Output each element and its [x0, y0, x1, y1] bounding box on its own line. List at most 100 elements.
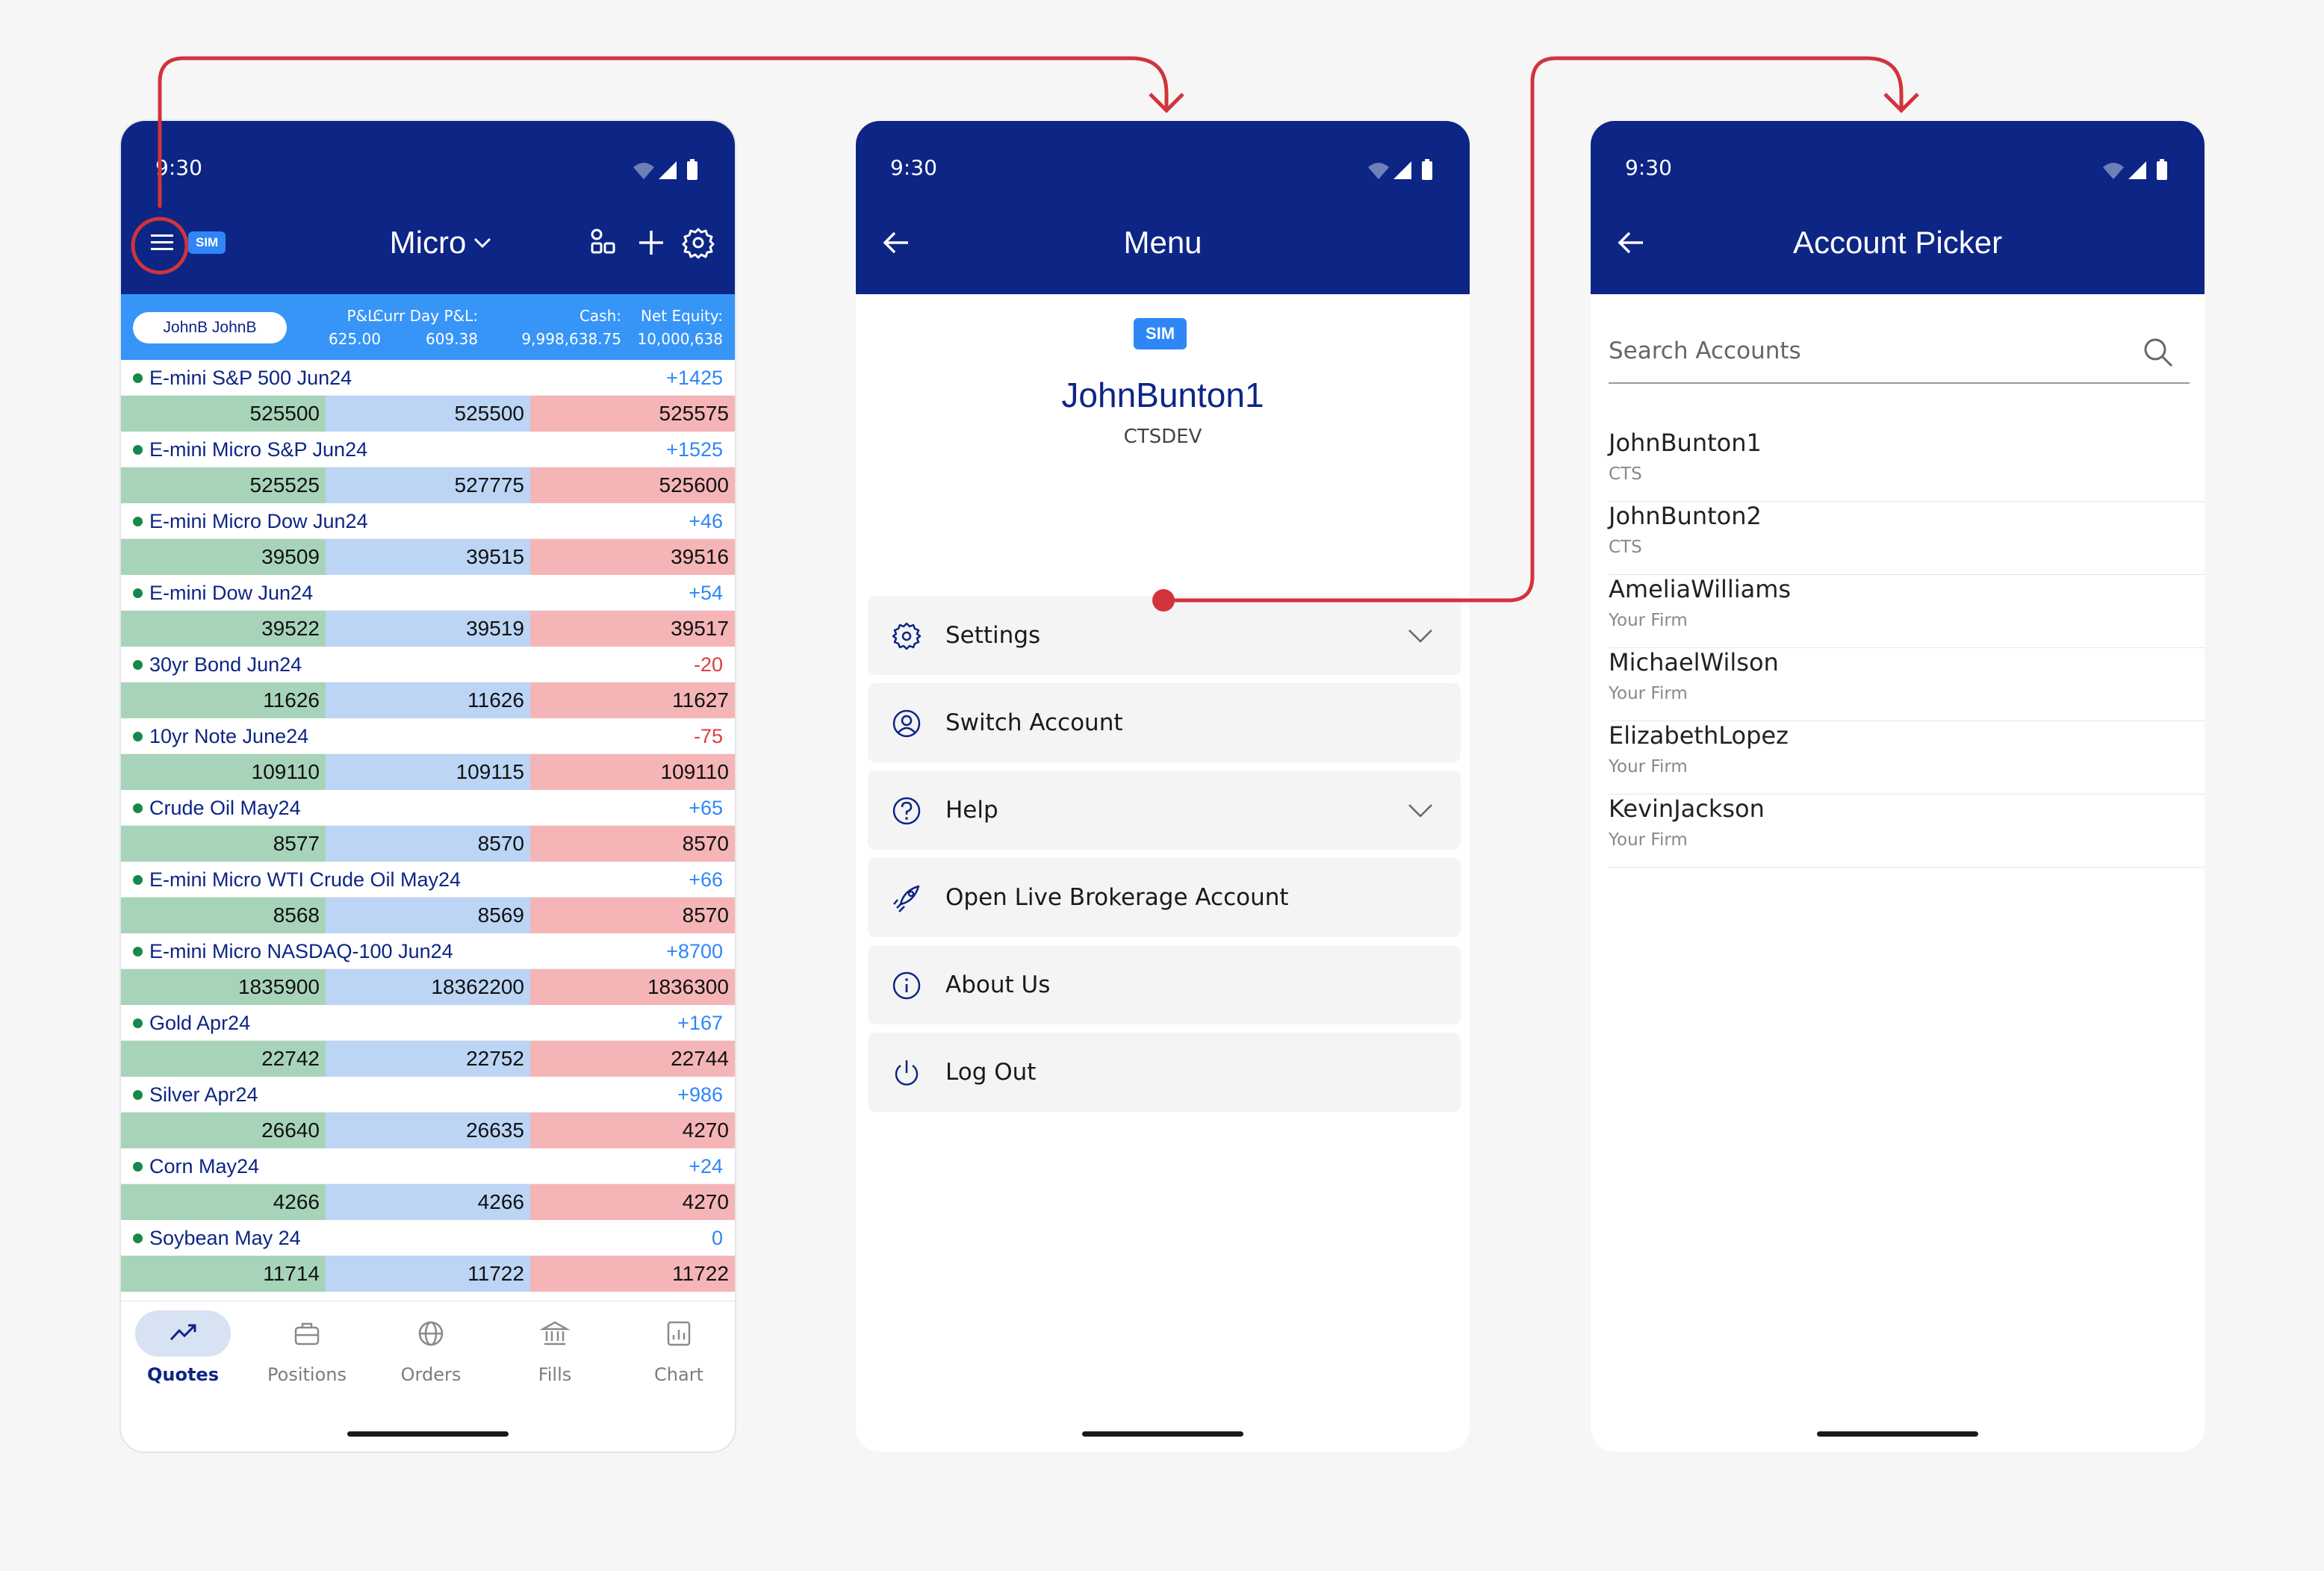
menu-item-about-us[interactable]: About Us [868, 945, 1461, 1024]
bid-price[interactable]: 39522 [121, 611, 326, 647]
last-price[interactable]: 26635 [325, 1113, 530, 1148]
gear-icon[interactable] [680, 224, 717, 261]
ask-price[interactable]: 4270 [529, 1113, 735, 1148]
search-icon[interactable] [2142, 336, 2175, 369]
last-price[interactable]: 4266 [325, 1184, 530, 1220]
quote-row[interactable]: E-mini S&P 500 Jun24 +1425 [121, 360, 735, 396]
account-firm: Your Firm [1609, 757, 1688, 777]
last-price[interactable]: 8570 [325, 826, 530, 862]
ask-price[interactable]: 11627 [529, 682, 735, 718]
account-list-item[interactable]: AmeliaWilliams Your Firm [1609, 575, 2205, 648]
search-accounts-input[interactable]: Search Accounts [1609, 318, 2190, 384]
quote-net-change: -20 [693, 653, 723, 676]
sim-badge: SIM [1134, 318, 1187, 349]
bid-price[interactable]: 525500 [121, 396, 326, 432]
quote-row[interactable]: Soybean May 24 0 [121, 1220, 735, 1256]
last-price[interactable]: 22752 [325, 1041, 530, 1077]
menu-item-label: About Us [945, 971, 1051, 998]
net-equity-label: Net Equity: [641, 307, 723, 325]
bid-price[interactable]: 109110 [121, 754, 326, 790]
quote-row[interactable]: E-mini Micro WTI Crude Oil May24 +66 [121, 862, 735, 898]
ask-price[interactable]: 1836300 [529, 969, 735, 1005]
status-icons [1368, 159, 1432, 180]
ask-price[interactable]: 525575 [529, 396, 735, 432]
quote-row[interactable]: E-mini Micro Dow Jun24 +46 [121, 503, 735, 539]
quote-row[interactable]: Gold Apr24 +167 [121, 1005, 735, 1041]
market-status-dot [133, 660, 143, 670]
quote-row[interactable]: E-mini Dow Jun24 +54 [121, 575, 735, 611]
last-price[interactable]: 525500 [325, 396, 530, 432]
ask-price[interactable]: 22744 [529, 1041, 735, 1077]
bid-price[interactable]: 26640 [121, 1113, 326, 1148]
nav-icon-container [631, 1310, 727, 1357]
account-list-item[interactable]: KevinJackson Your Firm [1609, 794, 2205, 868]
nav-tab-positions[interactable]: Positions [251, 1310, 363, 1385]
quote-price-row: 39509 39515 39516 [121, 539, 735, 575]
bid-price[interactable]: 22742 [121, 1041, 326, 1077]
help-icon [892, 797, 921, 825]
curr-day-pnl-label: Curr Day P&L: [373, 307, 478, 325]
ask-price[interactable]: 4270 [529, 1184, 735, 1220]
account-name: JohnBunton2 [1609, 502, 1762, 530]
chevron-down-icon[interactable] [1407, 802, 1434, 820]
screen-title: Menu [1123, 225, 1202, 260]
last-price[interactable]: 8569 [325, 898, 530, 933]
quote-row[interactable]: E-mini Micro S&P Jun24 +1525 [121, 432, 735, 467]
nav-tab-chart[interactable]: Chart [623, 1310, 735, 1385]
ask-price[interactable]: 8570 [529, 826, 735, 862]
menu-item-log-out[interactable]: Log Out [868, 1033, 1461, 1112]
bid-price[interactable]: 1835900 [121, 969, 326, 1005]
account-list-item[interactable]: MichaelWilson Your Firm [1609, 648, 2205, 721]
account-selector-pill[interactable]: JohnB JohnB [133, 312, 287, 343]
last-price[interactable]: 109115 [325, 754, 530, 790]
ask-price[interactable]: 39516 [529, 539, 735, 575]
ask-price[interactable]: 39517 [529, 611, 735, 647]
bid-price[interactable]: 8577 [121, 826, 326, 862]
quote-price-row: 4266 4266 4270 [121, 1184, 735, 1220]
bid-price[interactable]: 4266 [121, 1184, 326, 1220]
nav-tab-quotes[interactable]: Quotes [127, 1310, 239, 1385]
add-icon[interactable] [633, 224, 670, 261]
ask-price[interactable]: 8570 [529, 898, 735, 933]
menu-item-open-live-brokerage-account[interactable]: Open Live Brokerage Account [868, 858, 1461, 937]
quote-net-change: +24 [689, 1155, 723, 1178]
quote-price-row: 1835900 18362200 1836300 [121, 969, 735, 1005]
quote-net-change: -75 [693, 725, 723, 747]
chevron-down-icon[interactable] [472, 234, 493, 251]
quote-row[interactable]: 30yr Bond Jun24 -20 [121, 647, 735, 682]
last-price[interactable]: 39515 [325, 539, 530, 575]
ask-price[interactable]: 11722 [529, 1256, 735, 1292]
quote-symbol-name: 30yr Bond Jun24 [149, 653, 302, 676]
nav-tab-orders[interactable]: Orders [375, 1310, 487, 1385]
ask-price[interactable]: 109110 [529, 754, 735, 790]
quote-row[interactable]: Crude Oil May24 +65 [121, 790, 735, 826]
nav-tab-fills[interactable]: Fills [499, 1310, 611, 1385]
quote-symbol-name: E-mini Micro NASDAQ-100 Jun24 [149, 940, 453, 962]
bid-price[interactable]: 39509 [121, 539, 326, 575]
quote-row[interactable]: 10yr Note June24 -75 [121, 718, 735, 754]
menu-item-help[interactable]: Help [868, 771, 1461, 850]
bid-price[interactable]: 11626 [121, 682, 326, 718]
bid-price[interactable]: 11714 [121, 1256, 326, 1292]
ask-price[interactable]: 525600 [529, 467, 735, 503]
last-price[interactable]: 11722 [325, 1256, 530, 1292]
last-price[interactable]: 527775 [325, 467, 530, 503]
quote-symbol-name: Soybean May 24 [149, 1227, 301, 1249]
quote-row[interactable]: Corn May24 +24 [121, 1148, 735, 1184]
bid-price[interactable]: 8568 [121, 898, 326, 933]
account-list-item[interactable]: JohnBunton1 CTS [1609, 429, 2205, 502]
quote-row[interactable]: E-mini Micro NASDAQ-100 Jun24 +8700 [121, 933, 735, 969]
chevron-down-icon[interactable] [1407, 627, 1434, 645]
last-price[interactable]: 39519 [325, 611, 530, 647]
account-list: JohnBunton1 CTS JohnBunton2 CTS AmeliaWillia… [1609, 429, 2205, 868]
widgets-icon[interactable] [584, 224, 621, 261]
account-list-item[interactable]: JohnBunton2 CTS [1609, 502, 2205, 575]
quote-net-change: +54 [689, 582, 723, 604]
quote-row[interactable]: Silver Apr24 +986 [121, 1077, 735, 1113]
last-price[interactable]: 11626 [325, 682, 530, 718]
account-list-item[interactable]: ElizabethLopez Your Firm [1609, 721, 2205, 794]
menu-item-switch-account[interactable]: Switch Account [868, 683, 1461, 762]
menu-item-settings[interactable]: Settings [868, 596, 1461, 675]
bid-price[interactable]: 525525 [121, 467, 326, 503]
last-price[interactable]: 18362200 [325, 969, 530, 1005]
